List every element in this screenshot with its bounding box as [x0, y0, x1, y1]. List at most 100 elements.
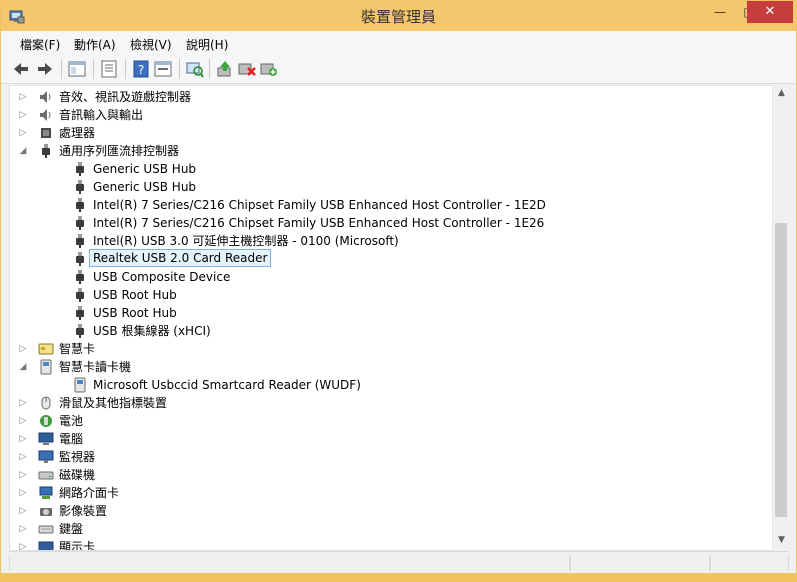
- speaker-icon: [40, 91, 51, 103]
- expand-arrow-icon[interactable]: ▷: [18, 448, 28, 466]
- help-icon[interactable]: ?: [131, 59, 151, 79]
- expand-arrow-icon[interactable]: ▷: [18, 484, 28, 502]
- expand-arrow-icon[interactable]: ▷: [18, 430, 28, 448]
- keyboard-icon: [38, 525, 54, 534]
- usb-plug-icon: [76, 162, 84, 176]
- usb-plug-icon: [76, 252, 84, 266]
- tree-category-row[interactable]: ◢ 智慧卡讀卡機: [10, 358, 770, 376]
- mouse-icon: [41, 396, 51, 410]
- tree-item-label: Intel(R) 7 Series/C216 Chipset Family US…: [93, 216, 545, 230]
- tree-device-row[interactable]: Realtek USB 2.0 Card Reader: [10, 249, 770, 268]
- tree-item-label: Realtek USB 2.0 Card Reader: [89, 249, 272, 267]
- tree-device-row[interactable]: Intel(R) 7 Series/C216 Chipset Family US…: [10, 196, 770, 214]
- tree-item-label: USB Composite Device: [93, 270, 231, 284]
- tree-category-row[interactable]: ▷ 鍵盤: [10, 520, 770, 538]
- tree-item-label: USB Root Hub: [93, 288, 177, 302]
- usb-plug-icon: [76, 306, 84, 320]
- tree-category-row[interactable]: ▷ 電池: [10, 412, 770, 430]
- tree-category-row[interactable]: ▷ 電腦: [10, 430, 770, 448]
- scroll-thumb[interactable]: [775, 223, 787, 517]
- tree-device-row[interactable]: Generic USB Hub: [10, 178, 770, 196]
- expand-arrow-icon[interactable]: ▷: [18, 538, 28, 550]
- expand-arrow-icon[interactable]: ▷: [18, 412, 28, 430]
- tree-item-label: 網路介面卡: [59, 486, 120, 500]
- forward-arrow-icon[interactable]: [35, 59, 55, 79]
- vertical-scrollbar[interactable]: ▲ ▼: [772, 85, 790, 549]
- scroll-up-arrow[interactable]: ▲: [773, 85, 790, 102]
- tree-device-row[interactable]: Microsoft Usbccid Smartcard Reader (WUDF…: [10, 376, 770, 394]
- collapse-arrow-icon[interactable]: ◢: [18, 358, 28, 376]
- tree-item-label: 鍵盤: [59, 522, 84, 536]
- svg-text:?: ?: [138, 63, 144, 77]
- card-reader-icon: [40, 359, 52, 375]
- tree-category-row[interactable]: ◢ 通用序列匯流排控制器: [10, 142, 770, 160]
- update-driver-icon[interactable]: [215, 59, 235, 79]
- menu-bar: 檔案(F) 動作(A) 檢視(V) 說明(H): [1, 31, 796, 55]
- tree-device-row[interactable]: Intel(R) USB 3.0 可延伸主機控制器 - 0100 (Micros…: [10, 232, 770, 250]
- tree-device-row[interactable]: Generic USB Hub: [10, 160, 770, 178]
- tree-item-label: 音效、視訊及遊戲控制器: [59, 90, 192, 104]
- usb-plug-icon: [42, 144, 50, 158]
- tree-category-row[interactable]: ▷ 磁碟機: [10, 466, 770, 484]
- usb-plug-icon: [76, 324, 84, 338]
- title-bar[interactable]: 裝置管理員 — □ ✕: [1, 1, 796, 31]
- add-hardware-icon[interactable]: [259, 59, 279, 79]
- collapse-arrow-icon[interactable]: ◢: [18, 142, 28, 160]
- camera-icon: [40, 508, 52, 516]
- minimize-button[interactable]: —: [705, 1, 735, 23]
- uninstall-device-icon[interactable]: [237, 59, 257, 79]
- tree-category-row[interactable]: ▷ 影像裝置: [10, 502, 770, 520]
- properties-icon[interactable]: [99, 59, 119, 79]
- battery-icon: [40, 415, 52, 427]
- expand-arrow-icon[interactable]: ▷: [18, 88, 28, 106]
- menu-view[interactable]: 檢視(V): [130, 36, 172, 53]
- expand-arrow-icon[interactable]: ▷: [18, 502, 28, 520]
- toolbar-separator: [93, 59, 94, 79]
- tree-device-row[interactable]: USB Root Hub: [10, 304, 770, 322]
- tree-item-label: 智慧卡: [59, 342, 96, 356]
- back-arrow-icon[interactable]: [11, 59, 31, 79]
- tree-device-row[interactable]: USB Root Hub: [10, 286, 770, 304]
- expand-arrow-icon[interactable]: ▷: [18, 106, 28, 124]
- tree-category-row[interactable]: ▷ 智慧卡: [10, 340, 770, 358]
- display-adapter-icon: [38, 541, 54, 550]
- tree-category-row[interactable]: ▷ 滑鼠及其他指標裝置: [10, 394, 770, 412]
- usb-plug-icon: [76, 288, 84, 302]
- tree-category-row[interactable]: ▷ 音效、視訊及遊戲控制器: [10, 88, 770, 106]
- status-bar: [9, 551, 789, 574]
- scroll-down-arrow[interactable]: ▼: [773, 532, 790, 549]
- tree-item-label: Intel(R) USB 3.0 可延伸主機控制器 - 0100 (Micros…: [93, 234, 399, 248]
- monitor-icon: [38, 450, 54, 463]
- tree-item-label: 顯示卡: [59, 540, 96, 551]
- tree-category-row[interactable]: ▷ 監視器: [10, 448, 770, 466]
- expand-arrow-icon[interactable]: ▷: [18, 520, 28, 538]
- window-title: 裝置管理員: [360, 8, 436, 26]
- tree-device-row[interactable]: USB 根集線器 (xHCI): [10, 322, 770, 340]
- menu-action[interactable]: 動作(A): [74, 36, 116, 53]
- expand-arrow-icon[interactable]: ▷: [18, 340, 28, 358]
- tree-category-row[interactable]: ▷ 處理器: [10, 124, 770, 142]
- close-button[interactable]: ✕: [747, 1, 793, 23]
- tree-device-row[interactable]: Intel(R) 7 Series/C216 Chipset Family US…: [10, 214, 770, 232]
- expand-arrow-icon[interactable]: ▷: [18, 394, 28, 412]
- status-pane: [569, 555, 711, 571]
- tree-item-label: 電腦: [59, 432, 84, 446]
- device-view-icon[interactable]: [67, 59, 87, 79]
- computer-icon: [38, 432, 54, 445]
- expand-arrow-icon[interactable]: ▷: [18, 466, 28, 484]
- tree-category-row[interactable]: ▷ 音訊輸入與輸出: [10, 106, 770, 124]
- menu-help[interactable]: 說明(H): [186, 36, 228, 53]
- device-tree[interactable]: ▷ 音效、視訊及遊戲控制器 ▷ 音訊輸入與輸出 ▷ 處理器 ◢ 通用序列匯流排控制器 Gener…: [9, 85, 774, 551]
- details-view-icon[interactable]: [153, 59, 173, 79]
- toolbar: ?: [1, 55, 796, 84]
- tree-device-row[interactable]: USB Composite Device: [10, 268, 770, 286]
- tree-category-row[interactable]: ▷ 網路介面卡: [10, 484, 770, 502]
- tree-item-label: Generic USB Hub: [93, 180, 197, 194]
- tree-item-label: 通用序列匯流排控制器: [59, 144, 180, 158]
- tree-category-row[interactable]: ▷ 顯示卡: [10, 538, 770, 551]
- tree-item-label: USB 根集線器 (xHCI): [93, 324, 211, 338]
- expand-arrow-icon[interactable]: ▷: [18, 124, 28, 142]
- tree-item-label: 電池: [59, 414, 84, 428]
- menu-file[interactable]: 檔案(F): [20, 36, 60, 53]
- scan-hardware-icon[interactable]: [185, 59, 205, 79]
